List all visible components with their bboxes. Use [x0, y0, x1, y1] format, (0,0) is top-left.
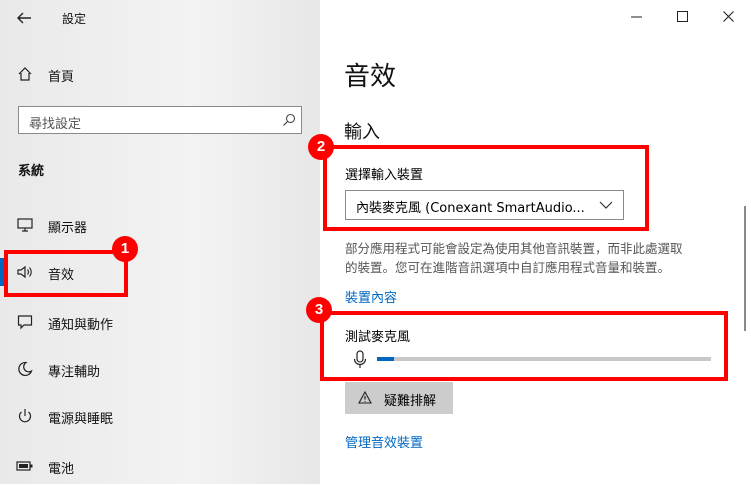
- close-button[interactable]: [705, 0, 751, 34]
- sidebar-item-power[interactable]: 電源與睡眠: [0, 396, 320, 436]
- maximize-button[interactable]: [659, 0, 705, 34]
- device-note-line1: 部分應用程式可能會設定為使用其他音訊裝置，而非此處選取: [345, 241, 683, 256]
- battery-icon: [16, 461, 33, 471]
- annotation-badge-1: 1: [112, 236, 138, 262]
- sidebar-item-label: 電池: [48, 462, 75, 477]
- monitor-icon: [17, 218, 33, 232]
- notification-icon: [17, 315, 33, 330]
- input-heading: 輸入: [344, 122, 380, 143]
- minimize-button[interactable]: [613, 0, 659, 34]
- moon-icon: [18, 361, 33, 377]
- section-label: 系統: [18, 164, 45, 179]
- sidebar-item-notifications[interactable]: 通知與動作: [0, 302, 320, 342]
- maximize-icon: [677, 11, 688, 22]
- sidebar: 設定 首頁 尋找設定 系統 顯示器 音效 通知與動作 專注輔助 電源與睡眠 電池: [0, 0, 320, 484]
- sidebar-item-label: 首頁: [48, 70, 75, 85]
- troubleshoot-label: 疑難排解: [384, 394, 437, 409]
- page-title: 音效: [344, 62, 397, 92]
- close-icon: [723, 11, 734, 22]
- back-arrow-icon[interactable]: [14, 10, 34, 26]
- sidebar-item-focus-assist[interactable]: 專注輔助: [0, 349, 320, 389]
- sidebar-item-label: 顯示器: [48, 221, 88, 236]
- sidebar-item-battery[interactable]: 電池: [0, 446, 320, 486]
- search-icon: [283, 113, 296, 126]
- sidebar-item-label: 專注輔助: [48, 365, 101, 380]
- sidebar-item-label: 電源與睡眠: [48, 412, 114, 427]
- sidebar-item-display[interactable]: 顯示器: [0, 205, 320, 245]
- highlight-box-test-mic: [320, 311, 728, 381]
- manage-sound-devices-link[interactable]: 管理音效裝置: [345, 432, 423, 451]
- annotation-badge-3: 3: [306, 297, 332, 323]
- highlight-box-sound: [4, 250, 128, 297]
- sidebar-item-home[interactable]: 首頁: [0, 54, 320, 94]
- sidebar-item-label: 通知與動作: [48, 318, 114, 333]
- troubleshoot-button[interactable]: 疑難排解: [345, 382, 453, 414]
- search-input[interactable]: 尋找設定: [18, 106, 302, 134]
- search-placeholder: 尋找設定: [29, 117, 82, 132]
- scrollbar-thumb[interactable]: [744, 206, 746, 331]
- device-note-line2: 的裝置。您可在進階音訊選項中自訂應用程式音量和裝置。: [345, 260, 671, 275]
- home-icon: [18, 67, 32, 81]
- power-icon: [18, 409, 32, 423]
- device-properties-link[interactable]: 裝置內容: [345, 287, 397, 306]
- main-pane: 音效 輸入 選擇輸入裝置 內裝麥克風 (Conexant SmartAudio.…: [320, 0, 751, 484]
- minimize-icon: [631, 16, 642, 18]
- warning-icon: [358, 391, 372, 404]
- window-title: 設定: [62, 12, 87, 26]
- annotation-badge-2: 2: [308, 134, 334, 160]
- highlight-box-input-device: [323, 145, 649, 231]
